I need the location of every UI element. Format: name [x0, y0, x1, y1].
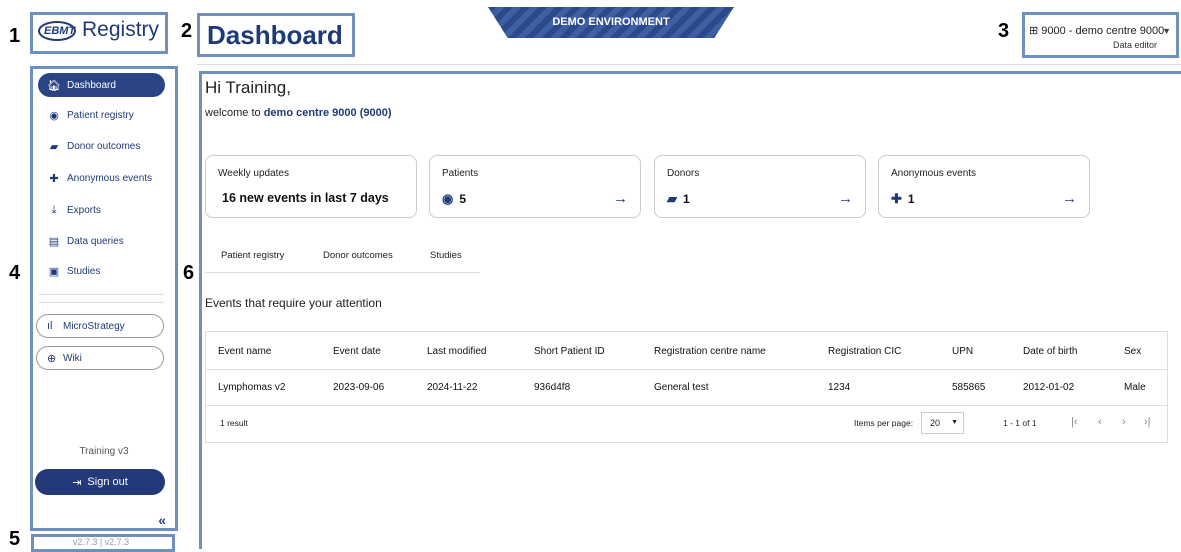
highlight-frame-1	[30, 12, 168, 54]
callout-3: 3	[998, 20, 1010, 42]
callout-5: 5	[9, 528, 21, 550]
highlight-frame-3	[1022, 12, 1179, 58]
callout-2: 2	[181, 20, 193, 42]
callout-6: 6	[183, 262, 195, 284]
demo-environment-banner: DEMO ENVIRONMENT	[488, 7, 734, 38]
header-divider	[197, 64, 1181, 65]
highlight-frame-2	[197, 13, 355, 57]
callout-4: 4	[9, 262, 21, 284]
highlight-frame-4	[30, 66, 178, 531]
callout-1: 1	[9, 25, 21, 47]
highlight-frame-5	[31, 534, 175, 552]
highlight-frame-6	[199, 71, 1181, 549]
